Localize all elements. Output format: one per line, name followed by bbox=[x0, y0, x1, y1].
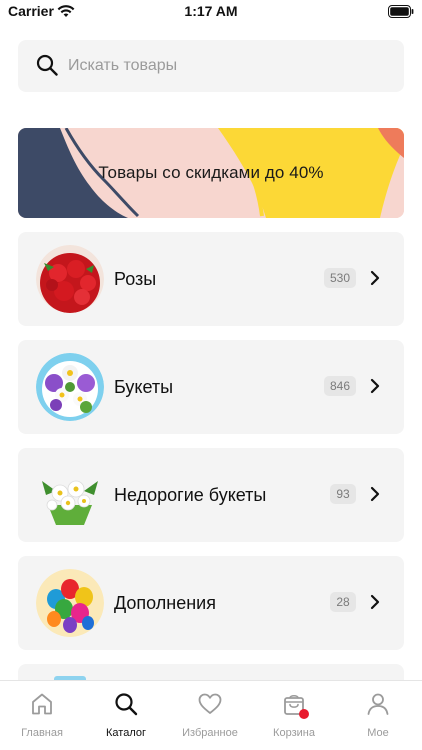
category-card-addons[interactable]: Дополнения 28 bbox=[18, 556, 404, 650]
category-count-badge: 28 bbox=[330, 592, 356, 612]
person-icon bbox=[367, 693, 389, 715]
promo-text: Товары со скидками до 40% bbox=[98, 163, 324, 182]
search-icon bbox=[36, 54, 58, 76]
search-input[interactable] bbox=[68, 40, 388, 92]
category-label: Недорогие букеты bbox=[114, 484, 267, 505]
tab-profile[interactable]: Мое bbox=[336, 681, 420, 750]
chevron-right-icon bbox=[370, 270, 380, 286]
roses-image bbox=[36, 245, 104, 313]
cart-badge-dot bbox=[299, 709, 309, 719]
search-bar[interactable] bbox=[18, 40, 404, 92]
heart-icon bbox=[198, 693, 222, 714]
category-card-bouquets[interactable]: Букеты 846 bbox=[18, 340, 404, 434]
tab-catalog[interactable]: Каталог bbox=[84, 681, 168, 750]
tab-label: Избранное bbox=[182, 727, 238, 739]
category-card-cheap-bouquets[interactable]: Недорогие букеты 93 bbox=[18, 448, 404, 542]
search-icon bbox=[115, 693, 138, 716]
tab-home[interactable]: Главная bbox=[0, 681, 84, 750]
home-icon bbox=[32, 693, 52, 715]
chevron-right-icon bbox=[370, 486, 380, 502]
tab-bar: Главная Каталог Избранное Корзина Мое bbox=[0, 680, 422, 750]
tab-label: Мое bbox=[367, 727, 389, 739]
clock: 1:17 AM bbox=[184, 3, 238, 19]
category-label: Дополнения bbox=[114, 592, 216, 613]
tab-favorites[interactable]: Избранное bbox=[168, 681, 252, 750]
tab-label: Главная bbox=[21, 727, 63, 739]
chevron-right-icon bbox=[370, 378, 380, 394]
bouquet-image bbox=[36, 353, 104, 421]
category-count-badge: 530 bbox=[323, 268, 356, 288]
tab-label: Корзина bbox=[273, 727, 315, 739]
category-count-badge: 846 bbox=[323, 376, 356, 396]
balloons-image bbox=[36, 569, 104, 637]
category-card-roses[interactable]: Розы 530 bbox=[18, 232, 404, 326]
chevron-right-icon bbox=[370, 594, 380, 610]
category-card-partial[interactable] bbox=[18, 664, 404, 680]
tab-cart[interactable]: Корзина bbox=[252, 681, 336, 750]
category-label: Букеты bbox=[114, 376, 174, 397]
battery-icon bbox=[388, 5, 414, 18]
category-label: Розы bbox=[114, 268, 157, 289]
tab-label: Каталог bbox=[106, 727, 146, 739]
category-count-badge: 93 bbox=[330, 484, 356, 504]
cheap-bouquet-image bbox=[36, 461, 104, 529]
status-bar: Carrier 1:17 AM bbox=[0, 0, 422, 24]
promo-banner[interactable]: Товары со скидками до 40% bbox=[18, 128, 404, 218]
